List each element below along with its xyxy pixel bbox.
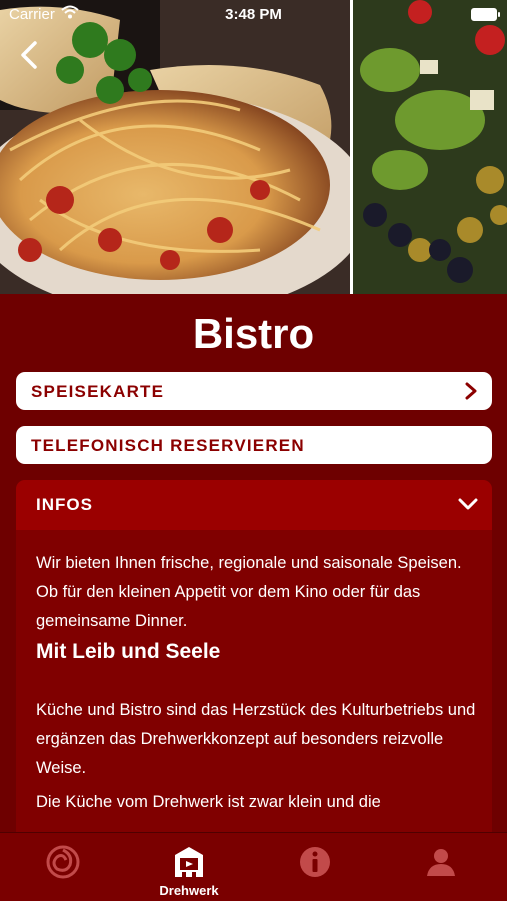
infos-subheading: Mit Leib und Seele	[36, 640, 221, 663]
infos-panel: INFOS Wir bieten Ihnen frische, regional…	[16, 480, 492, 832]
back-chevron-icon[interactable]	[17, 40, 43, 70]
chevron-right-icon	[465, 382, 477, 400]
reserve-button[interactable]: TELEFONISCH RESERVIEREN	[16, 426, 492, 464]
infos-body: Küche und Bistro sind das Herzstück des …	[36, 701, 476, 777]
tab-drehwerk-label: Drehwerk	[159, 883, 219, 898]
infos-header-label: INFOS	[36, 495, 93, 514]
tab-home[interactable]	[0, 833, 126, 901]
infos-intro: Wir bieten Ihnen frische, regionale und …	[36, 554, 462, 630]
info-icon	[300, 847, 330, 877]
status-time: 3:48 PM	[225, 6, 282, 23]
infos-header[interactable]: INFOS	[16, 480, 492, 530]
menu-button-label: SPEISEKARTE	[31, 382, 165, 401]
tab-drehwerk[interactable]: Drehwerk	[126, 833, 252, 901]
page-title: Bistro	[192, 310, 315, 357]
tab-bar: Drehwerk	[0, 832, 507, 901]
spiral-logo-icon	[46, 845, 80, 879]
tab-profile[interactable]	[378, 833, 504, 901]
status-bar: Carrier 3:48 PM	[0, 0, 507, 28]
chevron-down-icon	[458, 498, 478, 510]
infos-body-2: Die Küche vom Drehwerk ist zwar klein un…	[36, 793, 381, 811]
hero-image	[0, 0, 507, 294]
reserve-button-label: TELEFONISCH RESERVIEREN	[31, 436, 305, 455]
drehwerk-building-icon	[175, 847, 203, 877]
battery-icon	[471, 8, 500, 21]
user-profile-icon	[427, 849, 455, 876]
tab-info[interactable]	[252, 833, 378, 901]
content-area: Bistro SPEISEKARTE TELEFONISCH RESERVIER…	[0, 294, 507, 832]
menu-button[interactable]: SPEISEKARTE	[16, 372, 492, 410]
